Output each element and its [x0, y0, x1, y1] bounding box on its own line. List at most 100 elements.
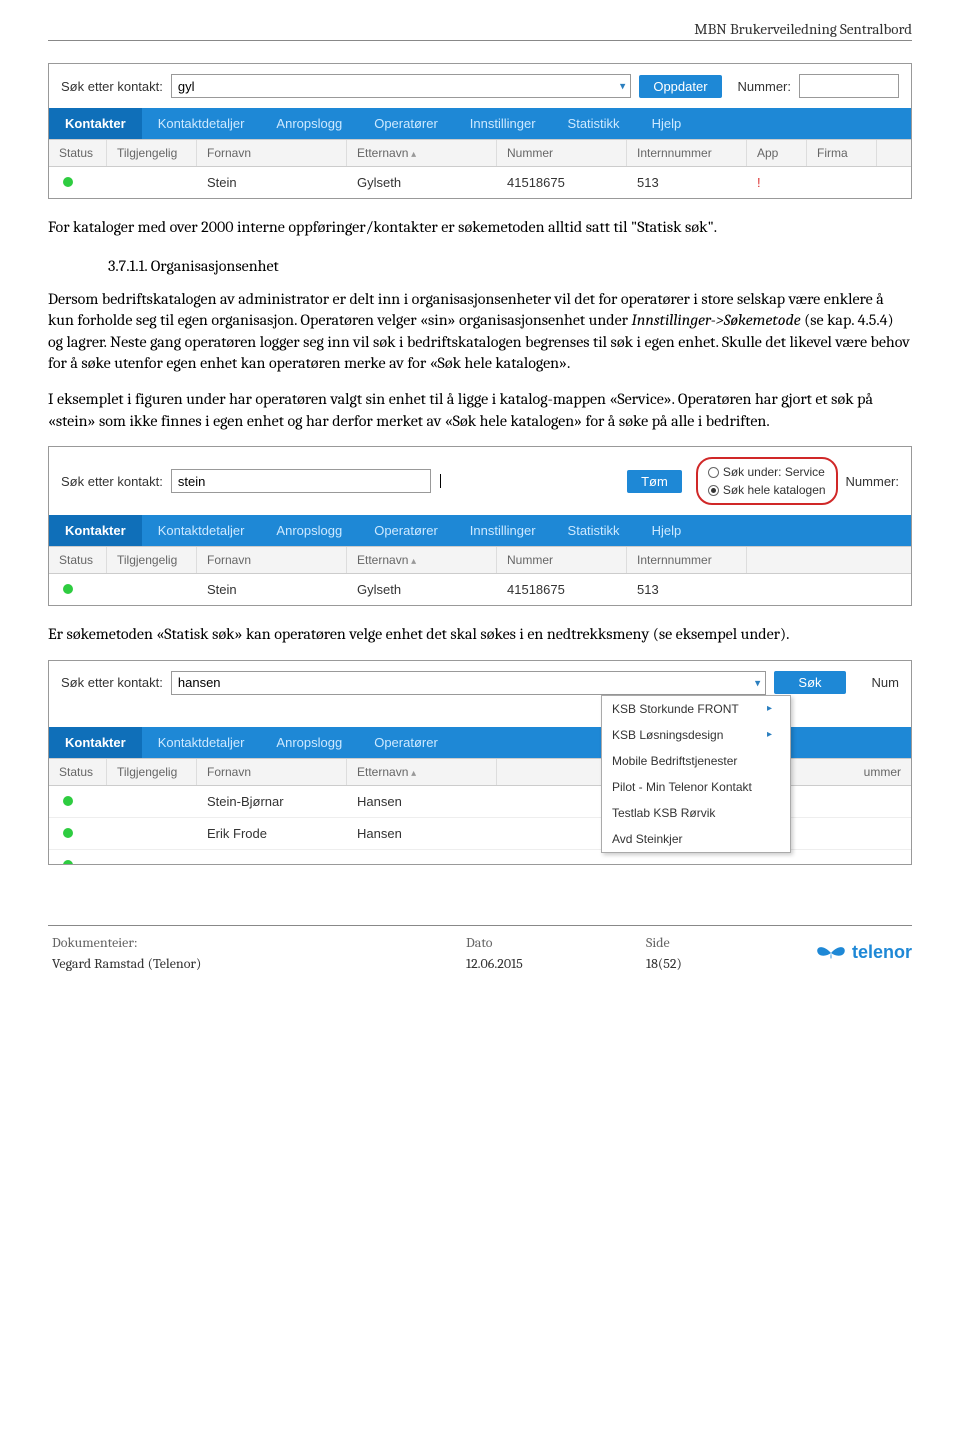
- col-fornavn[interactable]: Fornavn: [197, 547, 347, 573]
- search-label: Søk etter kontakt:: [61, 675, 163, 690]
- col-fornavn[interactable]: Fornavn: [197, 140, 347, 166]
- paragraph-2: Dersom bedriftskatalogen av administrato…: [48, 289, 912, 375]
- dropdown-item[interactable]: KSB Løsningsdesign ▸: [602, 722, 790, 748]
- search-row: Søk etter kontakt: ▾ Oppdater Nummer:: [49, 64, 911, 108]
- paragraph-3: I eksemplet i figuren under har operatør…: [48, 389, 912, 432]
- status-cell: [49, 167, 107, 198]
- telenor-propeller-icon: [814, 942, 848, 964]
- nummer-label: Nummer:: [846, 474, 899, 489]
- radio-icon: [708, 467, 719, 478]
- footer-date-label: Dato: [466, 934, 630, 951]
- col-firma[interactable]: Firma: [807, 140, 877, 166]
- etternavn-cell: Gylseth: [347, 574, 497, 605]
- col-nummer[interactable]: Nummer: [497, 547, 627, 573]
- col-internnummer[interactable]: Internnummer: [627, 547, 747, 573]
- tabs-row: Kontakter Kontaktdetaljer Anropslogg Ope…: [49, 515, 911, 546]
- fornavn-cell: Erik Frode: [197, 818, 347, 849]
- search-select-wrap: ▾: [171, 671, 767, 695]
- search-label: Søk etter kontakt:: [61, 474, 163, 489]
- col-etternavn[interactable]: Etternavn: [347, 140, 497, 166]
- col-nummer[interactable]: Nummer: [497, 140, 627, 166]
- col-etternavn[interactable]: Etternavn: [347, 547, 497, 573]
- nummer-cell: 41518675: [497, 574, 627, 605]
- table-row[interactable]: Stein Gylseth 41518675 513 !: [49, 167, 911, 198]
- intern-cell: 513: [627, 574, 747, 605]
- col-tilgjengelig[interactable]: Tilgjengelig: [107, 547, 197, 573]
- radio-search-under[interactable]: Søk under: Service: [708, 465, 826, 479]
- col-status[interactable]: Status: [49, 759, 107, 785]
- search-scope-radio-group: Søk under: Service Søk hele katalogen: [696, 457, 838, 505]
- tab-innstillinger[interactable]: Innstillinger: [454, 515, 552, 546]
- tabs-row: Kontakter Kontaktdetaljer Anropslogg Ope…: [49, 108, 911, 139]
- dropdown-item[interactable]: Avd Steinkjer: [602, 826, 790, 852]
- tab-operatorer[interactable]: Operatører: [358, 515, 454, 546]
- col-tilgjengelig[interactable]: Tilgjengelig: [107, 759, 197, 785]
- search-row: Søk etter kontakt: Tøm Søk under: Servic…: [49, 447, 911, 515]
- nummer-cell: 41518675: [497, 167, 627, 198]
- dropdown-item[interactable]: Testlab KSB Rørvik: [602, 800, 790, 826]
- search-button[interactable]: Søk: [774, 671, 845, 694]
- fornavn-cell: Stein-Bjørnar: [197, 786, 347, 817]
- dd-label: Testlab KSB Rørvik: [612, 806, 715, 820]
- dropdown-item[interactable]: Mobile Bedriftstjenester: [602, 748, 790, 774]
- etternavn-cell: Hansen: [347, 786, 497, 817]
- col-fornavn[interactable]: Fornavn: [197, 759, 347, 785]
- search-input[interactable]: [171, 671, 767, 695]
- columns-header: Status Tilgjengelig Fornavn Etternavn Nu…: [49, 139, 911, 167]
- col-status[interactable]: Status: [49, 140, 107, 166]
- tab-kontaktdetaljer[interactable]: Kontaktdetaljer: [142, 515, 261, 546]
- col-status[interactable]: Status: [49, 547, 107, 573]
- radio-search-all[interactable]: Søk hele katalogen: [708, 483, 826, 497]
- fornavn-cell: Stein: [197, 167, 347, 198]
- footer-owner-label: Dokumenteier:: [52, 934, 450, 951]
- chevron-right-icon: ▸: [767, 729, 772, 740]
- tab-statistikk[interactable]: Statistikk: [552, 108, 636, 139]
- footer-date-value: 12.06.2015: [466, 955, 630, 972]
- col-tilgjengelig[interactable]: Tilgjengelig: [107, 140, 197, 166]
- tab-kontakter[interactable]: Kontakter: [49, 515, 142, 546]
- tab-anropslogg[interactable]: Anropslogg: [260, 108, 358, 139]
- section-heading: 3.7.1.1. Organisasjonsenhet: [108, 257, 912, 275]
- search-input[interactable]: [171, 469, 431, 493]
- search-label: Søk etter kontakt:: [61, 79, 163, 94]
- p2d: Neste gang operatøren logger seg inn vil…: [48, 333, 910, 373]
- search-input[interactable]: [171, 74, 631, 98]
- header-rule: [48, 40, 912, 41]
- tab-statistikk[interactable]: Statistikk: [552, 515, 636, 546]
- dropdown-item[interactable]: KSB Storkunde FRONT▸: [602, 696, 790, 722]
- col-app[interactable]: App: [747, 140, 807, 166]
- tab-innstillinger[interactable]: Innstillinger: [454, 108, 552, 139]
- dd-label: Pilot - Min Telenor Kontakt: [612, 780, 752, 794]
- unit-dropdown-menu: KSB Storkunde FRONT▸ KSB Løsningsdesign ▸…: [601, 695, 791, 853]
- tab-kontakter[interactable]: Kontakter: [49, 727, 142, 758]
- nummer-label: Nummer:: [738, 79, 791, 94]
- tab-kontaktdetaljer[interactable]: Kontaktdetaljer: [142, 727, 261, 758]
- firma-cell: [807, 167, 877, 198]
- col-etternavn[interactable]: Etternavn: [347, 759, 497, 785]
- doc-title-text: MBN Brukerveiledning Sentralbord: [694, 20, 912, 38]
- dd-label: Mobile Bedriftstjenester: [612, 754, 737, 768]
- update-button[interactable]: Oppdater: [639, 75, 721, 98]
- tab-anropslogg[interactable]: Anropslogg: [260, 727, 358, 758]
- tilgjengelig-cell: [107, 167, 197, 198]
- nummer-input[interactable]: [799, 74, 899, 98]
- tab-kontaktdetaljer[interactable]: Kontaktdetaljer: [142, 108, 261, 139]
- etternavn-cell: Hansen: [347, 818, 497, 849]
- columns-header: Status Tilgjengelig Fornavn Etternavn Nu…: [49, 546, 911, 574]
- status-cell: [49, 786, 107, 817]
- tab-operatorer[interactable]: Operatører: [358, 108, 454, 139]
- tab-anropslogg[interactable]: Anropslogg: [260, 515, 358, 546]
- figure-3-panel: Søk etter kontakt: ▾ Søk Num KSB Storkun…: [48, 660, 912, 865]
- tab-operatorer[interactable]: Operatører: [358, 727, 454, 758]
- table-row[interactable]: Stein Gylseth 41518675 513: [49, 574, 911, 605]
- clear-button[interactable]: Tøm: [627, 470, 682, 493]
- tab-kontakter[interactable]: Kontakter: [49, 108, 142, 139]
- tab-hjelp[interactable]: Hjelp: [636, 515, 698, 546]
- chevron-right-icon: ▸: [767, 703, 772, 714]
- dropdown-item[interactable]: Pilot - Min Telenor Kontakt: [602, 774, 790, 800]
- tab-hjelp[interactable]: Hjelp: [636, 108, 698, 139]
- col-internnummer[interactable]: Internnummer: [627, 140, 747, 166]
- fornavn-cell: Stein: [197, 574, 347, 605]
- dd-label: KSB Løsningsdesign: [612, 728, 723, 742]
- tilgjengelig-cell: [107, 574, 197, 605]
